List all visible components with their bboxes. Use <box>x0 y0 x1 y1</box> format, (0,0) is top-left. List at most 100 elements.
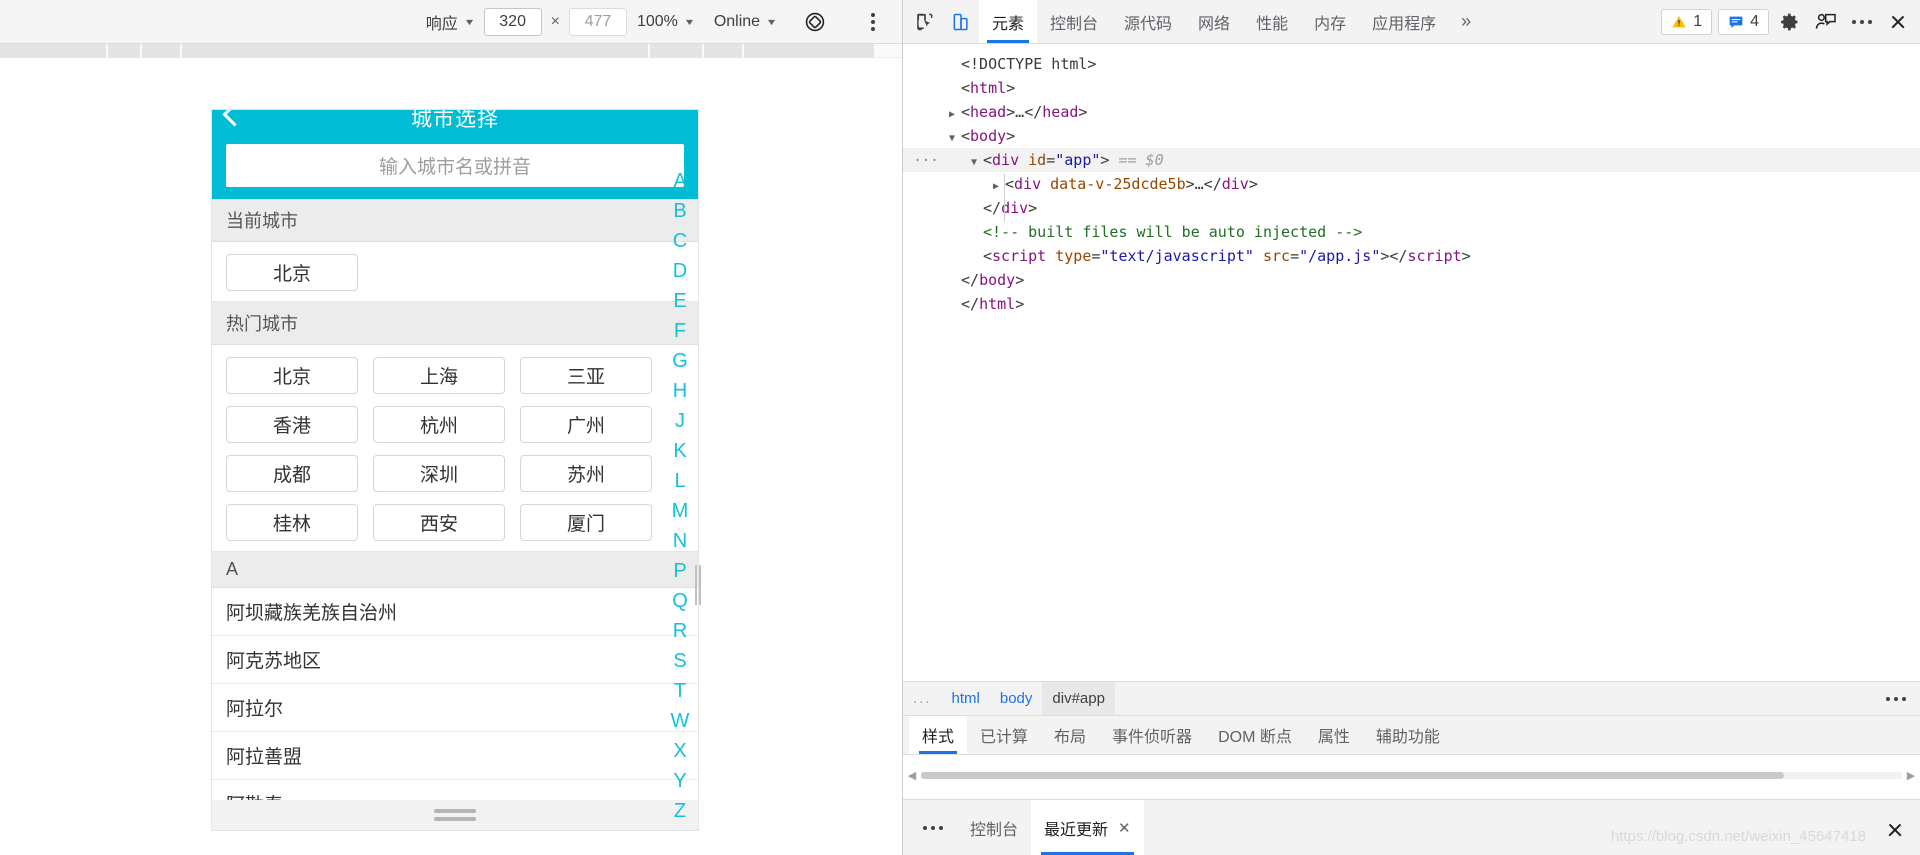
panel-tab-0[interactable]: 元素 <box>979 0 1038 43</box>
city-chip-current[interactable]: 北京 <box>226 254 358 291</box>
city-chip[interactable]: 广州 <box>520 406 652 443</box>
scrollbar-thumb[interactable] <box>921 771 1785 779</box>
panel-tab-3[interactable]: 网络 <box>1185 0 1243 43</box>
alphabet-index-letter-F[interactable]: F <box>665 316 695 346</box>
dom-tree-row[interactable]: </body> <box>903 268 1920 292</box>
city-chip[interactable]: 上海 <box>373 357 505 394</box>
breadcrumb-item-1[interactable]: html <box>942 682 990 715</box>
styles-sub-tab-0[interactable]: 样式 <box>909 716 968 754</box>
city-chip[interactable]: 厦门 <box>520 504 652 541</box>
scroll-right-icon[interactable]: ▶ <box>1902 769 1920 782</box>
dom-tree-row[interactable]: </html> <box>903 292 1920 316</box>
panel-tab-1[interactable]: 控制台 <box>1037 0 1111 43</box>
viewport-width-input[interactable]: 320 <box>483 7 542 36</box>
city-list-item[interactable]: 阿勒泰 <box>212 780 698 800</box>
alphabet-index-letter-Q[interactable]: Q <box>665 586 695 616</box>
alphabet-index-letter-M[interactable]: M <box>665 496 695 526</box>
city-list-item[interactable]: 阿克苏地区 <box>212 636 698 684</box>
warning-badge[interactable]: 1 <box>1661 9 1713 35</box>
city-chip[interactable]: 北京 <box>226 357 358 394</box>
drawer-close-button[interactable] <box>1882 817 1908 843</box>
alphabet-index-letter-C[interactable]: C <box>665 226 695 256</box>
rotate-device-icon[interactable] <box>800 7 830 37</box>
drawer-tab-1[interactable]: 最近更新 ✕ <box>1031 800 1144 855</box>
breadcrumb-item-2[interactable]: body <box>990 682 1043 715</box>
alphabet-index-letter-P[interactable]: P <box>665 556 695 586</box>
alphabet-index-letter-S[interactable]: S <box>665 646 695 676</box>
drawer-tab-0[interactable]: 控制台 <box>957 800 1031 855</box>
panel-tab-6[interactable]: 应用程序 <box>1359 0 1449 43</box>
alphabet-index-letter-Y[interactable]: Y <box>665 766 695 796</box>
alphabet-index-letter-T[interactable]: T <box>665 676 695 706</box>
scrollbar-track[interactable] <box>921 771 1902 779</box>
city-chip[interactable]: 深圳 <box>373 455 505 492</box>
alphabet-index-letter-E[interactable]: E <box>665 286 695 316</box>
network-throttling-selector[interactable]: Online ▼ <box>707 7 783 37</box>
city-list-item[interactable]: 阿拉善盟 <box>212 732 698 780</box>
alphabet-index-letter-H[interactable]: H <box>665 376 695 406</box>
alphabet-index-letter-W[interactable]: W <box>665 706 695 736</box>
styles-sub-tab-4[interactable]: DOM 断点 <box>1205 716 1305 754</box>
alphabet-index-letter-Z[interactable]: Z <box>665 796 695 826</box>
breadcrumb-item-0[interactable]: ... <box>903 682 942 715</box>
styles-sub-tab-1[interactable]: 已计算 <box>967 716 1041 754</box>
city-chip[interactable]: 杭州 <box>373 406 505 443</box>
message-badge[interactable]: 4 <box>1718 9 1769 35</box>
breadcrumb-item-3[interactable]: div#app <box>1042 682 1115 715</box>
dom-tree-row[interactable]: ▶ <head>…</head> <box>903 100 1920 124</box>
city-chip[interactable]: 香港 <box>226 406 358 443</box>
dom-tree-row[interactable]: ··· ▼ <div id="app"> == $0 <box>903 148 1920 172</box>
alphabet-index-letter-A[interactable]: A <box>665 166 695 196</box>
dom-tree-row[interactable]: <html> <box>903 76 1920 100</box>
zoom-selector[interactable]: 100% ▼ <box>630 7 701 37</box>
feedback-person-icon[interactable] <box>1808 0 1844 43</box>
breadcrumb-more-icon[interactable] <box>1872 682 1920 715</box>
dom-tree-view[interactable]: <!DOCTYPE html> <html> ▶ <head>…</head> ▼ <bo… <box>903 44 1920 681</box>
viewport-height-input[interactable]: 477 <box>568 7 627 36</box>
city-list-item[interactable]: 阿拉尔 <box>212 684 698 732</box>
alphabet-index-letter-N[interactable]: N <box>665 526 695 556</box>
device-preset-selector[interactable]: 响应 ▼ <box>419 7 481 37</box>
city-search-input[interactable]: 输入城市名或拼音 <box>226 144 684 187</box>
device-toolbar-icon[interactable] <box>943 0 979 43</box>
city-chip[interactable]: 西安 <box>373 504 505 541</box>
styles-sub-tab-6[interactable]: 辅助功能 <box>1363 716 1453 754</box>
dom-tree-row[interactable]: <!DOCTYPE html> <box>903 52 1920 76</box>
styles-sub-tab-5[interactable]: 属性 <box>1305 716 1363 754</box>
dom-tree-row[interactable]: <script type="text/javascript" src="/app… <box>903 244 1920 268</box>
dom-tree-row[interactable]: </div> <box>903 196 1920 220</box>
device-more-options-icon[interactable] <box>858 7 888 37</box>
city-chip[interactable]: 苏州 <box>520 455 652 492</box>
drawer-more-icon[interactable] <box>909 800 957 855</box>
city-chip[interactable]: 桂林 <box>226 504 358 541</box>
alphabet-index-letter-G[interactable]: G <box>665 346 695 376</box>
alphabet-index-letter-R[interactable]: R <box>665 616 695 646</box>
alphabet-index-bar[interactable]: ABCDEFGHJKLMNPQRSTWXYZ <box>662 144 698 834</box>
back-arrow-icon[interactable] <box>222 110 247 127</box>
styles-sub-tab-2[interactable]: 布局 <box>1041 716 1099 754</box>
alphabet-index-letter-B[interactable]: B <box>665 196 695 226</box>
devtools-close-icon[interactable] <box>1880 0 1916 43</box>
dom-tree-row[interactable]: ▶ <div data-v-25dcde5b>…</div> <box>903 172 1920 196</box>
devtools-more-tools-icon[interactable] <box>1844 0 1880 43</box>
chevron-double-right-icon[interactable]: » <box>1449 0 1483 43</box>
panel-tab-5[interactable]: 内存 <box>1301 0 1359 43</box>
gear-icon[interactable] <box>1772 0 1808 43</box>
alphabet-index-letter-K[interactable]: K <box>665 436 695 466</box>
panel-tab-2[interactable]: 源代码 <box>1111 0 1185 43</box>
dom-tree-row[interactable]: <!-- built files will be auto injected -… <box>903 220 1920 244</box>
city-chip[interactable]: 成都 <box>226 455 358 492</box>
viewport-resize-bar[interactable] <box>212 800 698 830</box>
city-list-item[interactable]: 阿坝藏族羌族自治州 <box>212 588 698 636</box>
styles-sub-tab-3[interactable]: 事件侦听器 <box>1099 716 1205 754</box>
alphabet-index-letter-X[interactable]: X <box>665 736 695 766</box>
scroll-left-icon[interactable]: ◀ <box>903 769 921 782</box>
dom-tree-row[interactable]: ▼ <body> <box>903 124 1920 148</box>
drawer-tab-close-icon[interactable]: ✕ <box>1118 819 1131 837</box>
styles-horizontal-scrollbar[interactable]: ◀ ▶ <box>903 767 1920 783</box>
alphabet-index-letter-D[interactable]: D <box>665 256 695 286</box>
city-chip[interactable]: 三亚 <box>520 357 652 394</box>
alphabet-index-letter-J[interactable]: J <box>665 406 695 436</box>
inspect-element-icon[interactable] <box>907 0 943 43</box>
panel-tab-4[interactable]: 性能 <box>1243 0 1301 43</box>
